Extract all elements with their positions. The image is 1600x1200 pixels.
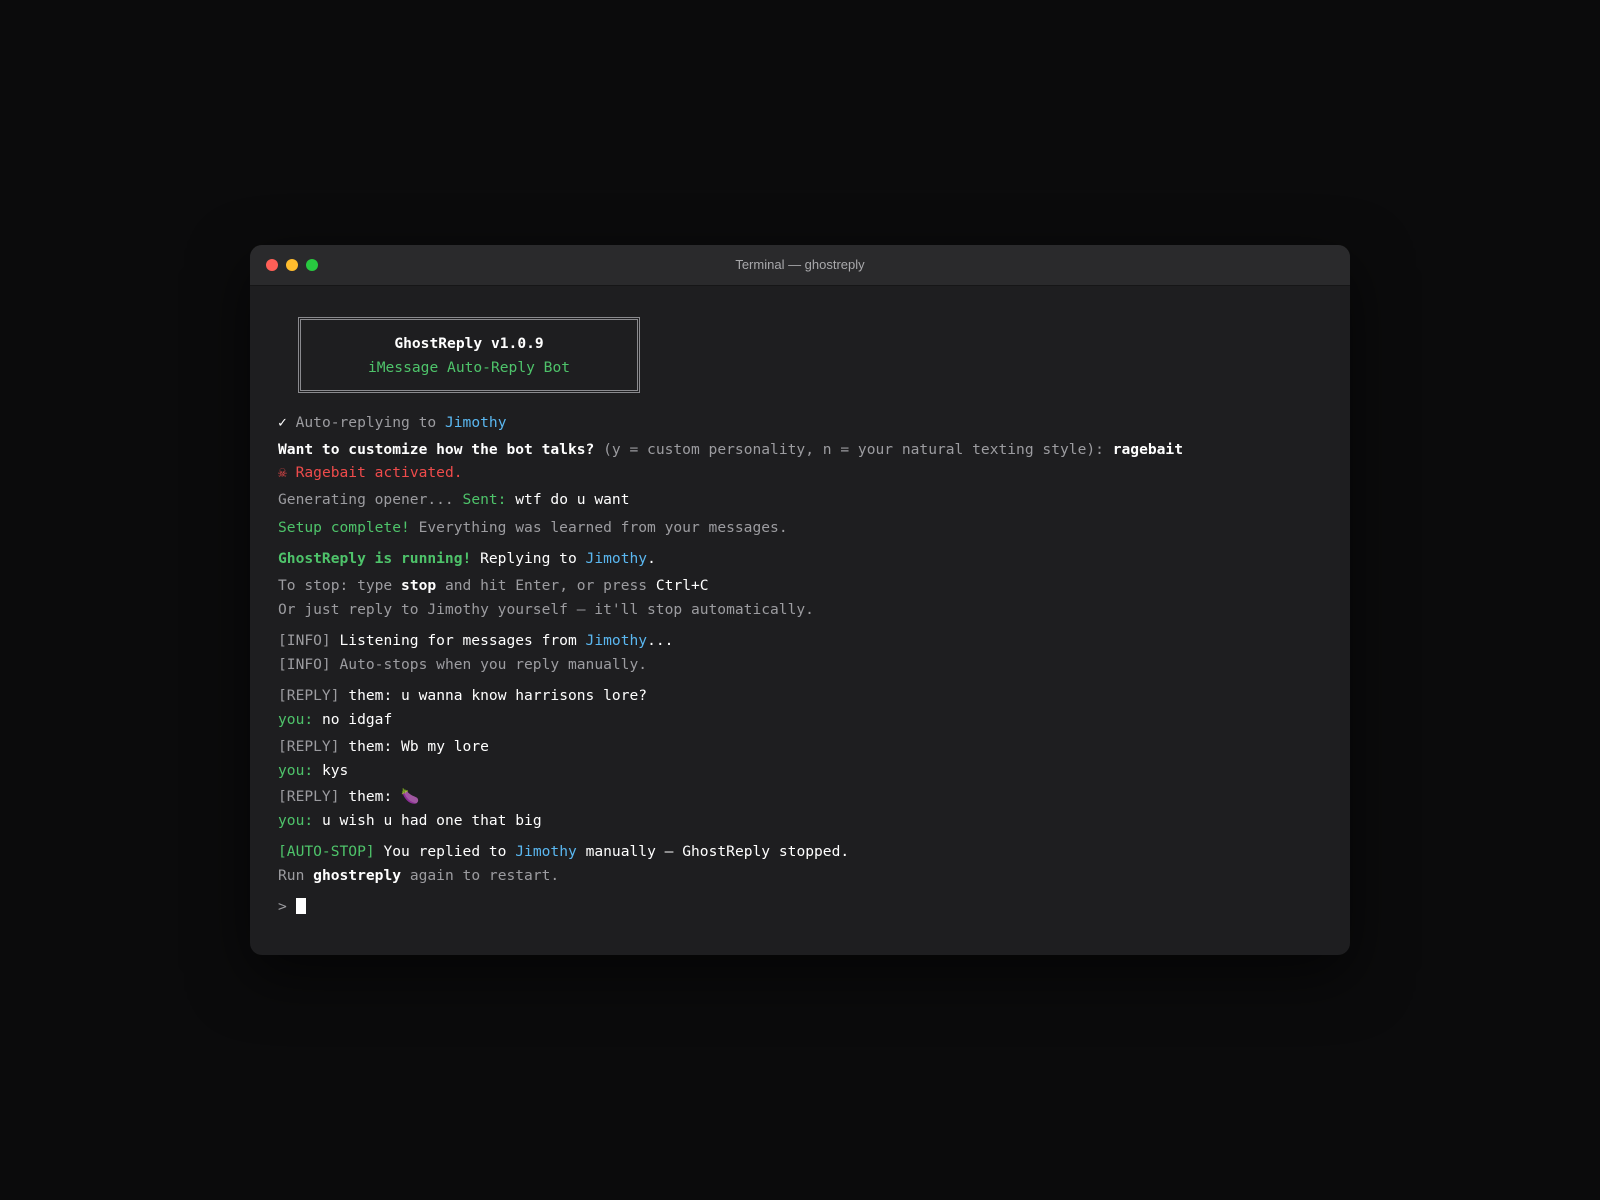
window-title: Terminal — ghostreply bbox=[735, 257, 865, 272]
app-banner: GhostReply v1.0.9 iMessage Auto-Reply Bo… bbox=[298, 317, 640, 393]
info-listening: [INFO] Listening for messages from Jimot… bbox=[278, 632, 674, 649]
contact-name: Jimothy bbox=[444, 414, 507, 431]
reply-you: you: u wish u had one that big bbox=[278, 812, 542, 829]
banner-title: GhostReply v1.0.9 bbox=[394, 335, 544, 352]
restart-line: Run ghostreply again to restart. bbox=[278, 867, 560, 884]
running-line: GhostReply is running! Replying to Jimot… bbox=[278, 550, 656, 567]
customize-prompt: Want to customize how the bot talks? (y … bbox=[278, 441, 1184, 458]
reply-them: [REPLY] them: Wb my lore bbox=[278, 738, 489, 755]
text-cursor bbox=[295, 898, 306, 914]
autostop-line: [AUTO-STOP] You replied to Jimothy manua… bbox=[278, 843, 850, 860]
setup-line: Setup complete! Everything was learned f… bbox=[278, 519, 788, 536]
check-icon: ✓ bbox=[278, 414, 287, 431]
opener-line: Generating opener... Sent: wtf do u want bbox=[278, 491, 630, 508]
banner-subtitle: iMessage Auto-Reply Bot bbox=[367, 359, 571, 376]
skull-icon: ☠ bbox=[278, 464, 287, 481]
reply-them: [REPLY] them: u wanna know harrisons lor… bbox=[278, 687, 648, 704]
shell-prompt[interactable]: > bbox=[278, 897, 306, 917]
reply-you: you: kys bbox=[278, 762, 349, 779]
prompt-answer: ragebait bbox=[1112, 441, 1184, 458]
status-line: ✓ Auto-replying to Jimothy bbox=[278, 414, 507, 431]
stop-instructions: To stop: type stop and hit Enter, or pre… bbox=[278, 577, 709, 594]
command-name: ghostreply bbox=[313, 867, 402, 884]
terminal-window: Terminal — ghostreply GhostReply v1.0.9 … bbox=[250, 245, 1350, 955]
reply-you: you: no idgaf bbox=[278, 711, 393, 728]
info-autostop: [INFO] Auto-stops when you reply manuall… bbox=[278, 656, 648, 673]
ragebait-line: ☠ Ragebait activated. bbox=[278, 464, 463, 481]
title-bar[interactable]: Terminal — ghostreply bbox=[250, 245, 1350, 286]
stop-instructions-2: Or just reply to Jimothy yourself — it'l… bbox=[278, 601, 814, 618]
prompt-symbol: > bbox=[278, 898, 287, 915]
reply-them: [REPLY] them: 🍆 bbox=[278, 788, 420, 805]
eggplant-icon: 🍆 bbox=[401, 788, 420, 805]
